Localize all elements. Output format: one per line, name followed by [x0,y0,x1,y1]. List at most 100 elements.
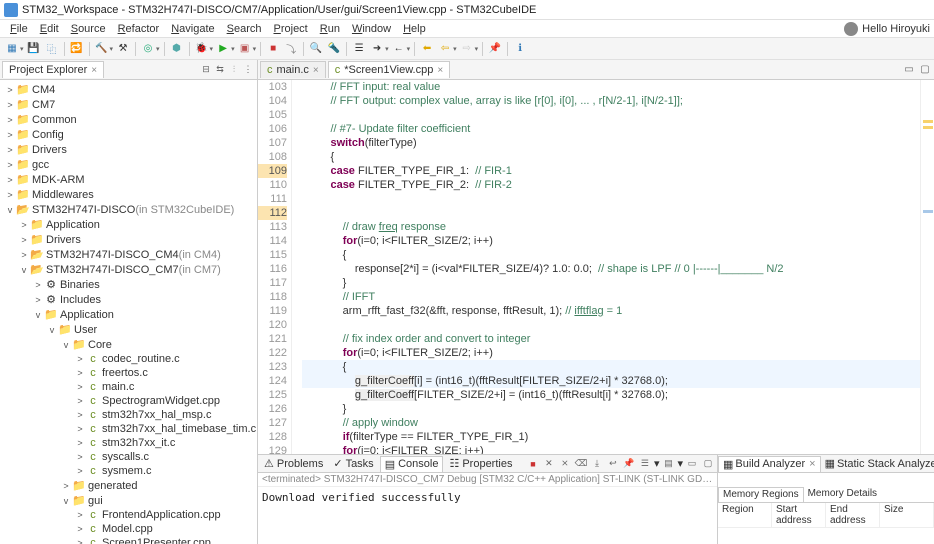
terminate-icon[interactable]: ■ [526,457,540,471]
project-explorer-tab[interactable]: Project Explorer × [2,61,104,78]
tree-node[interactable]: >cSpectrogramWidget.cpp [0,394,257,408]
expand-icon[interactable]: > [4,145,16,155]
overview-ruler[interactable] [920,80,934,454]
tree-node[interactable]: >⚙Binaries [0,277,257,292]
filter-icon[interactable]: ⫶ [227,63,241,77]
console-tab-problems[interactable]: ⚠Problems [260,456,327,472]
menu-edit[interactable]: Edit [34,22,65,36]
close-icon[interactable]: × [437,65,443,76]
expand-icon[interactable]: > [32,295,44,305]
code-line[interactable] [302,192,920,206]
code-line[interactable]: arm_rfft_fast_f32(&fft, response, fftRes… [302,304,920,318]
close-icon[interactable]: × [809,458,815,470]
tree-node[interactable]: >cModel.cpp [0,522,257,536]
view-menu-icon[interactable]: ⋮ [241,63,255,77]
expand-icon[interactable]: > [74,466,86,476]
target-icon[interactable]: ◎ [140,41,156,57]
cube-mx-icon[interactable]: ⬢ [169,41,185,57]
tree-node[interactable]: >📁Application [0,217,257,232]
build-icon[interactable]: 🔨 [94,41,110,57]
expand-icon[interactable]: > [74,368,86,378]
column-header[interactable]: Size [880,503,934,527]
tree-node[interactable]: >cmain.c [0,380,257,394]
code-line[interactable]: case FILTER_TYPE_FIR_2: // FIR-2 [302,178,920,192]
save-icon[interactable]: 💾 [26,41,42,57]
console-max-icon[interactable]: ▢ [701,457,715,471]
new-icon[interactable]: ▦ [4,41,20,57]
tree-node[interactable]: v📂STM32H747I-DISCO (in STM32CubeIDE) [0,202,257,217]
code-line[interactable]: // IFFT [302,290,920,304]
expand-icon[interactable]: > [32,280,44,290]
run-icon[interactable]: ▶ [215,41,231,57]
build-all-icon[interactable]: ⚒ [115,41,131,57]
code-line[interactable]: response[2*i] = (i<val*FILTER_SIZE/4)? 1… [302,262,920,276]
tree-node[interactable]: >📁Middlewares [0,187,257,202]
tree-node[interactable]: >cfreertos.c [0,366,257,380]
back-icon[interactable]: ⇦ [437,41,453,57]
expand-icon[interactable]: v [32,310,44,320]
tree-node[interactable]: >📁MDK-ARM [0,172,257,187]
expand-icon[interactable]: > [4,130,16,140]
tree-node[interactable]: >csyscalls.c [0,450,257,464]
editor-tab[interactable]: cmain.c× [260,61,326,78]
expand-icon[interactable]: > [18,235,30,245]
tree-node[interactable]: >csysmem.c [0,464,257,478]
expand-icon[interactable]: > [4,190,16,200]
code-line[interactable]: { [302,150,920,164]
expand-icon[interactable]: > [74,382,86,392]
expand-icon[interactable]: > [4,85,16,95]
expand-icon[interactable]: v [60,340,72,350]
outline-icon[interactable]: ☰ [351,41,367,57]
code-line[interactable]: g_filterCoeff[FILTER_SIZE/2+i] = (int16_… [302,388,920,402]
expand-icon[interactable]: > [18,250,30,260]
tree-node[interactable]: >cstm32h7xx_it.c [0,436,257,450]
code-line[interactable]: } [302,402,920,416]
word-wrap-icon[interactable]: ↩ [606,457,620,471]
tree-node[interactable]: >⚙Includes [0,292,257,307]
open-console-icon[interactable]: ▤ [661,457,675,471]
code-line[interactable]: // fix index order and convert to intege… [302,332,920,346]
menu-file[interactable]: File [4,22,34,36]
expand-icon[interactable]: v [4,205,16,215]
analyzer-tab[interactable]: ▦Build Analyzer× [718,456,821,472]
minimize-icon[interactable]: ▭ [902,64,916,75]
code-line[interactable]: for(i=0; i<FILTER_SIZE; i++) [302,444,920,454]
tree-node[interactable]: v📁Core [0,337,257,352]
tree-node[interactable]: >📁generated [0,478,257,493]
code-line[interactable]: // apply window [302,416,920,430]
expand-icon[interactable]: > [74,396,86,406]
code-line[interactable] [302,206,920,220]
expand-icon[interactable]: v [60,496,72,506]
pin-icon[interactable]: 📌 [487,41,503,57]
console-tab-properties[interactable]: ☷Properties [445,456,516,472]
close-icon[interactable]: × [313,65,319,76]
prev-edit-icon[interactable]: ⬅ [419,41,435,57]
code-line[interactable]: // FFT input: real value [302,80,920,94]
column-header[interactable]: Start address [772,503,826,527]
tree-node[interactable]: >📂STM32H747I-DISCO_CM4 (in CM4) [0,247,257,262]
expand-icon[interactable]: > [74,424,86,434]
tree-node[interactable]: v📂STM32H747I-DISCO_CM7 (in CM7) [0,262,257,277]
tree-node[interactable]: >cFrontendApplication.cpp [0,508,257,522]
console-tab-tasks[interactable]: ✓Tasks [329,456,377,472]
tree-node[interactable]: >📁CM7 [0,97,257,112]
debug-icon[interactable]: 🐞 [194,41,210,57]
code-line[interactable]: for(i=0; i<FILTER_SIZE/2; i++) [302,234,920,248]
menu-help[interactable]: Help [397,22,432,36]
project-tree[interactable]: >📁CM4>📁CM7>📁Common>📁Config>📁Drivers>📁gcc… [0,80,257,544]
tree-node[interactable]: >📁Drivers [0,142,257,157]
column-header[interactable]: Region [718,503,772,527]
expand-icon[interactable]: > [4,175,16,185]
tree-node[interactable]: >📁CM4 [0,82,257,97]
code-line[interactable]: { [302,360,920,374]
expand-icon[interactable]: > [74,452,86,462]
expand-icon[interactable]: > [4,160,16,170]
step-icon[interactable]: ⤵ [283,41,299,57]
user-greeting[interactable]: Hello Hiroyuki [844,22,930,36]
console-tab-console[interactable]: ▤Console [380,456,444,472]
expand-icon[interactable]: > [74,524,86,534]
maximize-icon[interactable]: ▢ [918,64,932,75]
tree-node[interactable]: >📁Drivers [0,232,257,247]
expand-icon[interactable]: > [60,481,72,491]
code-line[interactable]: if(filterType == FILTER_TYPE_FIR_1) [302,430,920,444]
